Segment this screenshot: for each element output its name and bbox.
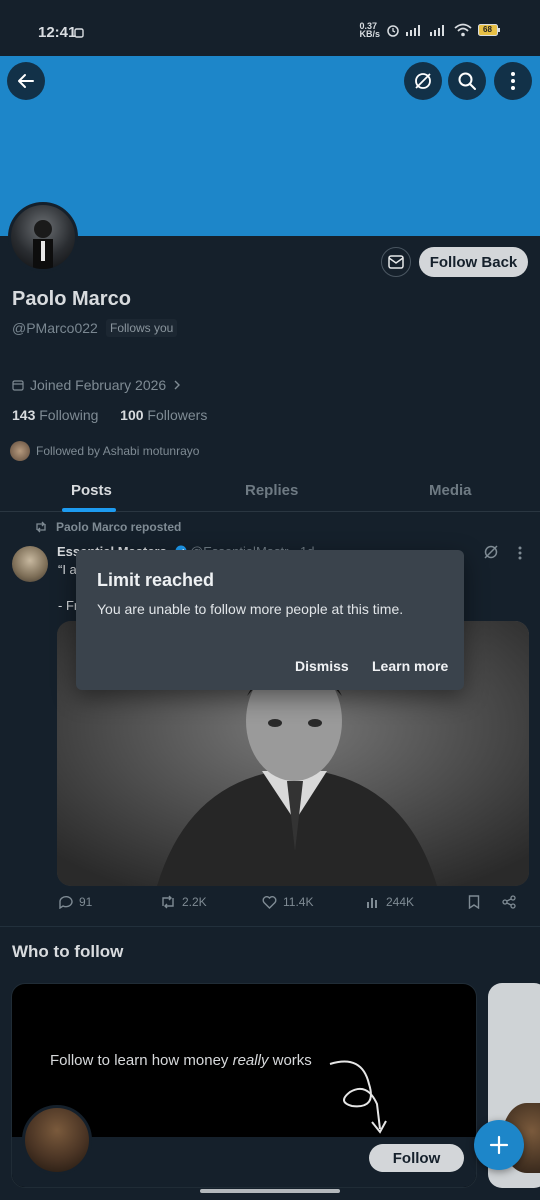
who-to-follow-title: Who to follow bbox=[12, 942, 124, 961]
tab-replies[interactable]: Replies bbox=[245, 482, 298, 499]
share-icon bbox=[502, 895, 516, 909]
heart-icon bbox=[262, 896, 277, 909]
bookmark-button[interactable] bbox=[468, 895, 480, 909]
followed-by[interactable]: Followed by Ashabi motunrayo bbox=[10, 441, 199, 461]
followers-link[interactable]: 100 Followers bbox=[120, 407, 207, 423]
reply-button[interactable]: 91 bbox=[58, 895, 92, 909]
profile-name: Paolo Marco bbox=[12, 288, 131, 310]
plus-icon bbox=[489, 1135, 509, 1155]
more-vertical-icon bbox=[518, 546, 522, 560]
views-count: 244K bbox=[386, 895, 415, 909]
follow-stats: 143 Following 100 Followers bbox=[12, 407, 207, 423]
grok-icon bbox=[415, 73, 431, 89]
grok-button[interactable] bbox=[404, 62, 442, 100]
back-button[interactable] bbox=[7, 62, 45, 100]
tab-media[interactable]: Media bbox=[429, 482, 472, 499]
dialog-message: You are unable to follow more people at … bbox=[97, 601, 404, 617]
more-options-button[interactable] bbox=[494, 62, 532, 100]
reply-count: 91 bbox=[79, 895, 93, 909]
card-text-emphasis: really bbox=[232, 1052, 269, 1069]
follows-you-badge: Follows you bbox=[106, 319, 178, 337]
compose-fab[interactable] bbox=[474, 1120, 524, 1170]
repost-icon bbox=[36, 521, 46, 533]
status-icons: 0.37 KB/s 68 bbox=[359, 21, 500, 39]
profile-tabs: Posts Replies Media bbox=[0, 470, 540, 512]
views-button[interactable]: 244K bbox=[366, 895, 414, 909]
dialog-title: Limit reached bbox=[97, 570, 215, 590]
like-count: 11.4K bbox=[283, 895, 314, 909]
joined-date[interactable]: Joined February 2026 bbox=[12, 377, 182, 393]
battery-level: 68 bbox=[483, 25, 492, 34]
card-text-prefix: Follow to learn how money bbox=[50, 1052, 233, 1069]
home-indicator[interactable] bbox=[200, 1189, 340, 1193]
card-promo-text: Follow to learn how money really works bbox=[50, 1052, 312, 1069]
screenshot-indicator-icon bbox=[74, 28, 84, 38]
signal-2-icon bbox=[430, 24, 448, 36]
profile-avatar[interactable] bbox=[8, 202, 78, 272]
status-time: 12:41 bbox=[38, 24, 77, 41]
post-grok-button[interactable] bbox=[483, 544, 499, 560]
follow-back-button[interactable]: Follow Back bbox=[419, 247, 528, 277]
network-speed: 0.37 KB/s bbox=[359, 21, 380, 39]
follow-button[interactable]: Follow bbox=[369, 1144, 464, 1172]
repost-text: Paolo Marco reposted bbox=[56, 520, 182, 534]
message-button[interactable] bbox=[381, 247, 411, 277]
suggested-user-avatar[interactable] bbox=[22, 1105, 92, 1175]
following-count: 143 bbox=[12, 407, 36, 423]
envelope-icon bbox=[388, 255, 404, 269]
status-bar: 12:41 0.37 KB/s 68 bbox=[0, 0, 540, 56]
views-chart-icon bbox=[367, 898, 377, 908]
chevron-right-icon bbox=[174, 380, 181, 390]
share-button[interactable] bbox=[502, 895, 516, 909]
followers-count: 100 bbox=[120, 407, 144, 423]
search-icon bbox=[458, 72, 476, 90]
more-vertical-icon bbox=[511, 72, 515, 90]
alarm-icon bbox=[386, 23, 400, 37]
battery-icon: 68 bbox=[478, 24, 500, 36]
following-link[interactable]: 143 Following bbox=[12, 407, 98, 423]
dismiss-button[interactable]: Dismiss bbox=[295, 658, 349, 674]
active-tab-indicator bbox=[62, 508, 116, 512]
like-button[interactable]: 11.4K bbox=[262, 895, 313, 909]
bookmark-icon bbox=[468, 895, 480, 909]
post-actions: 91 2.2K 11.4K 244K bbox=[58, 895, 520, 915]
card-text-suffix: works bbox=[268, 1052, 312, 1069]
learn-more-button[interactable]: Learn more bbox=[372, 658, 448, 674]
repost-label: Paolo Marco reposted bbox=[34, 520, 181, 534]
repost-icon bbox=[162, 895, 174, 909]
post-author-avatar[interactable] bbox=[12, 546, 48, 582]
joined-text: Joined February 2026 bbox=[30, 377, 167, 393]
following-label: Following bbox=[39, 407, 99, 423]
grok-icon bbox=[484, 545, 498, 559]
profile-handle: @PMarco022 bbox=[12, 320, 98, 336]
followers-label: Followers bbox=[147, 407, 208, 423]
wifi-icon bbox=[454, 23, 472, 37]
search-button[interactable] bbox=[448, 62, 486, 100]
followed-by-text: Followed by Ashabi motunrayo bbox=[36, 444, 200, 458]
post-more-button[interactable] bbox=[518, 546, 522, 560]
signal-1-icon bbox=[406, 24, 424, 36]
profile-avatar-figure bbox=[33, 220, 53, 269]
reply-icon bbox=[59, 895, 73, 909]
repost-count: 2.2K bbox=[182, 895, 207, 909]
arrow-left-icon bbox=[18, 74, 34, 88]
tab-posts[interactable]: Posts bbox=[71, 482, 112, 499]
calendar-icon bbox=[12, 380, 24, 391]
limit-reached-dialog: Limit reached You are unable to follow m… bbox=[76, 550, 464, 690]
section-divider bbox=[0, 926, 540, 927]
mutual-avatar bbox=[10, 441, 30, 461]
post-text-line-1: “I a bbox=[58, 562, 77, 577]
repost-button[interactable]: 2.2K bbox=[160, 895, 207, 909]
